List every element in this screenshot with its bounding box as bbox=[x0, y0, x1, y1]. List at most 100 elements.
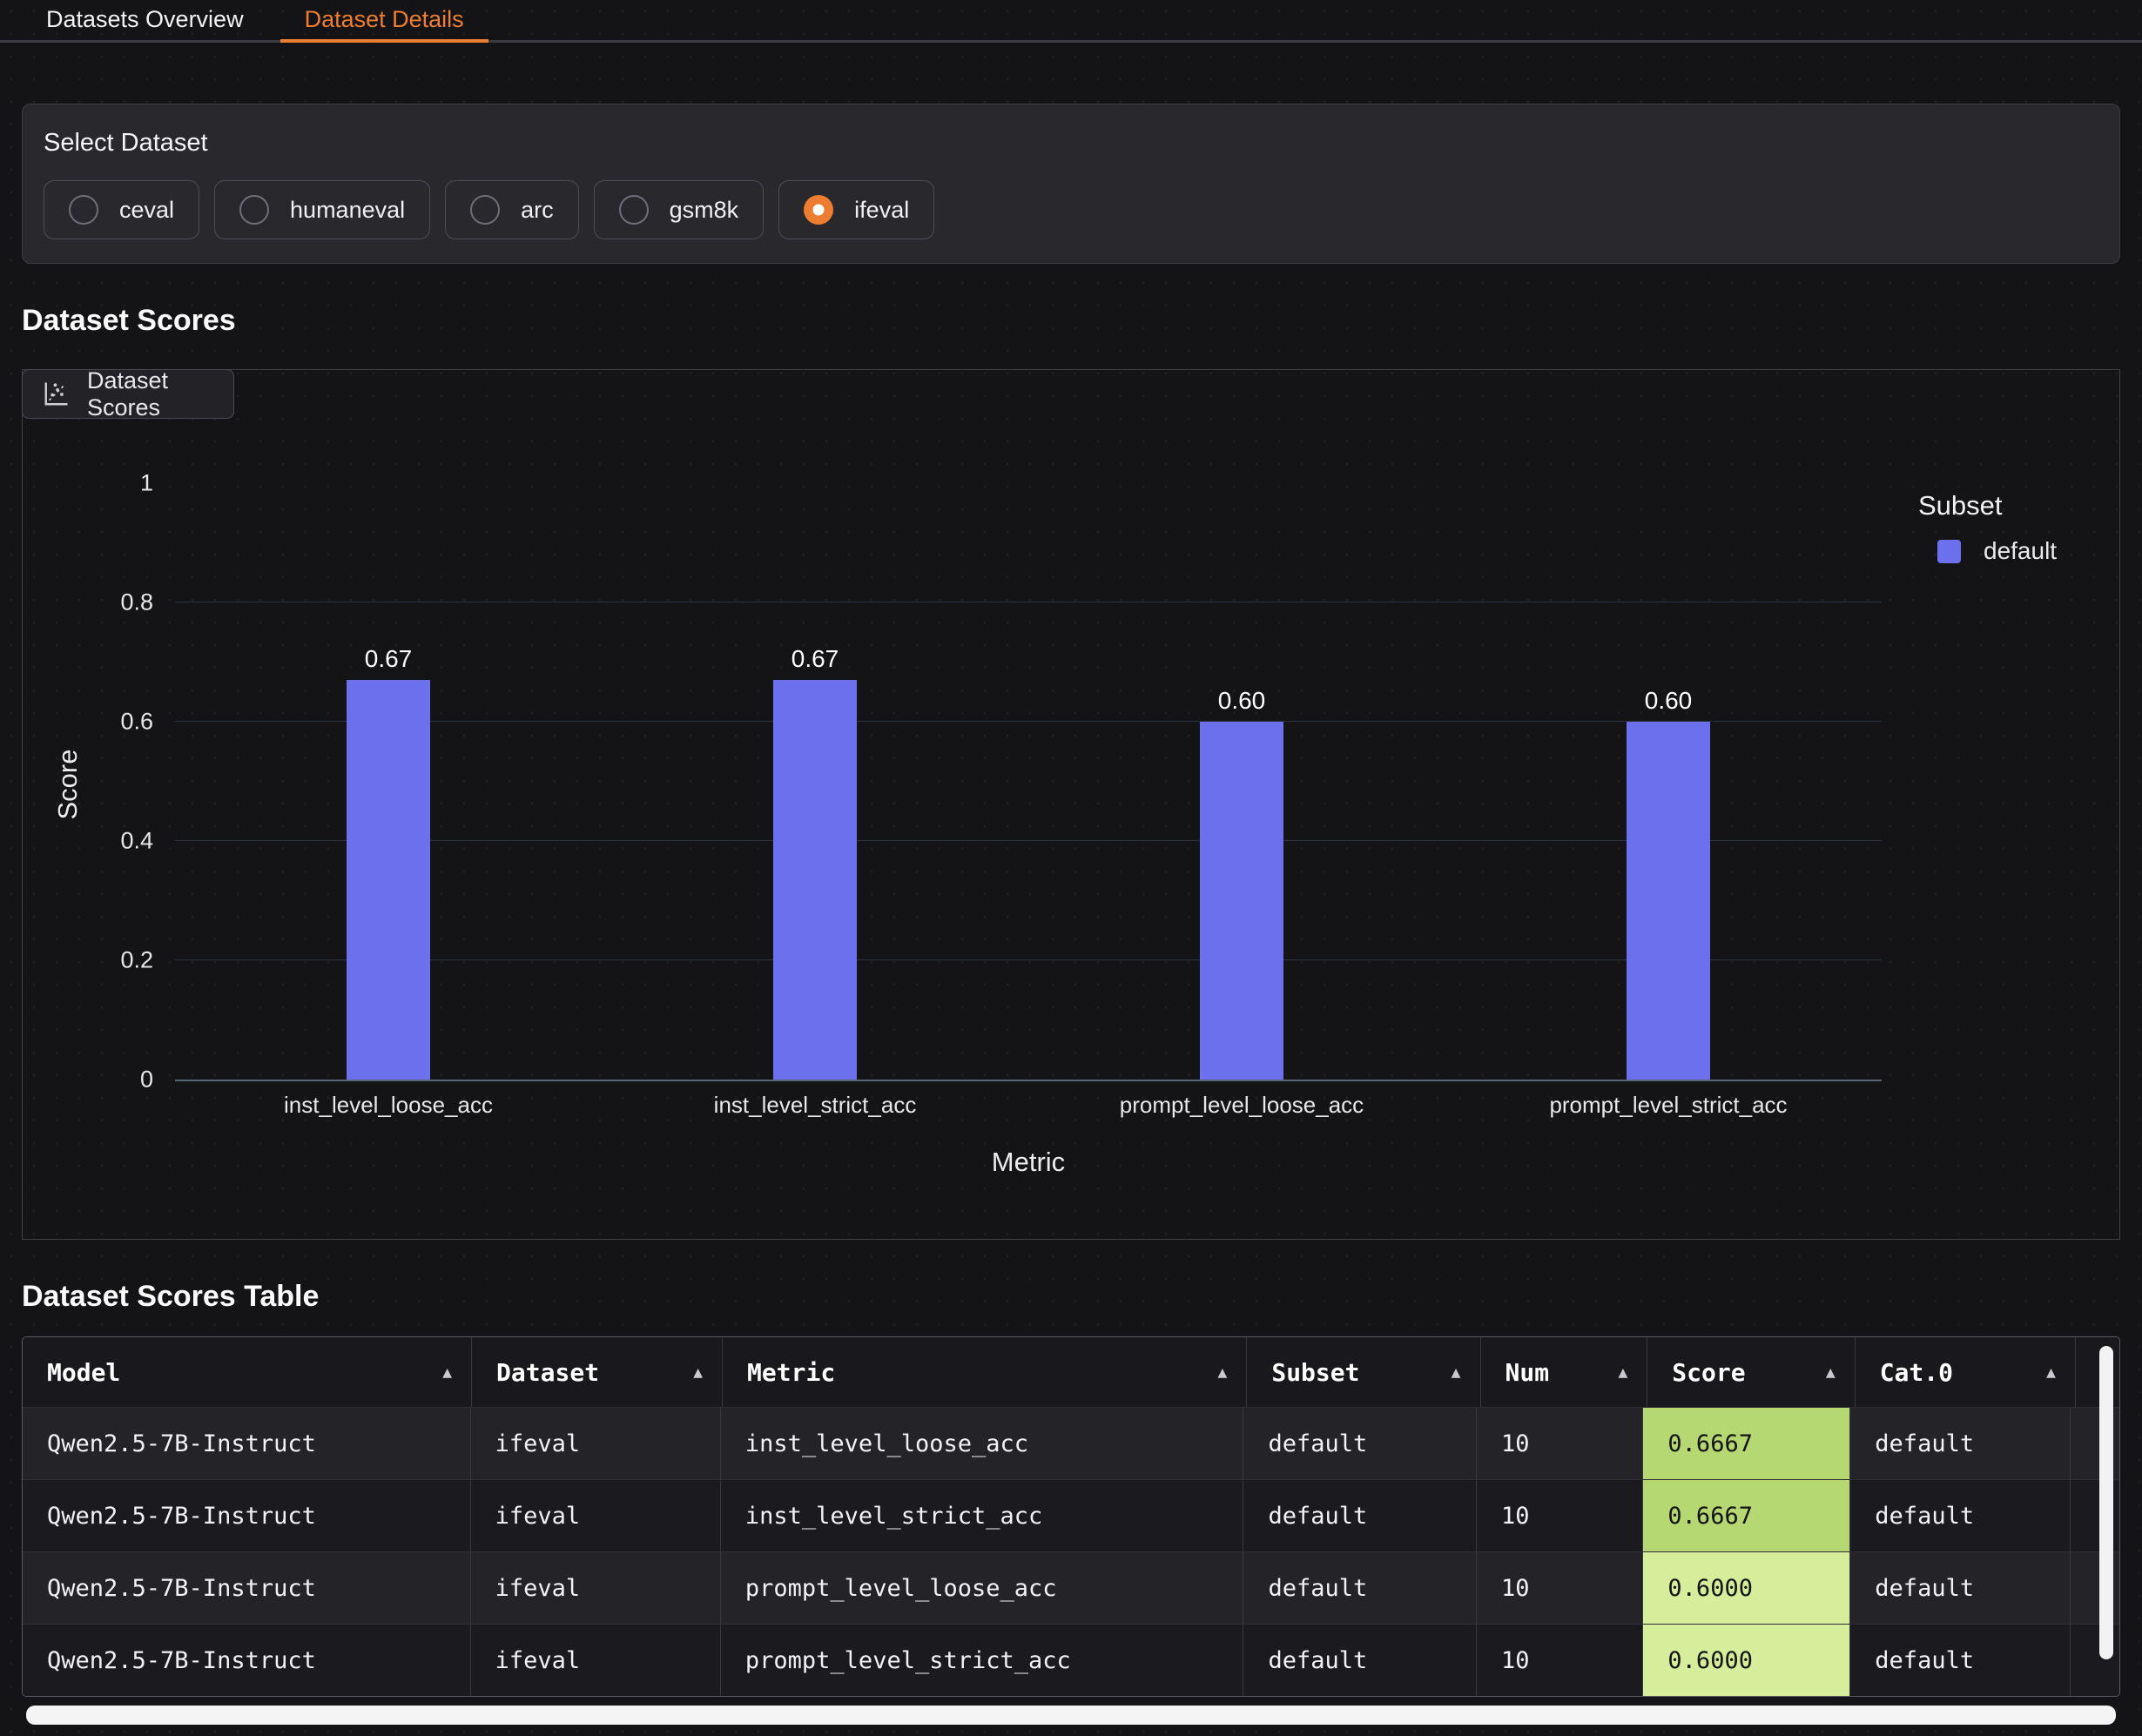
bar-value-label: 0.67 bbox=[791, 645, 839, 673]
column-header-label: Score bbox=[1672, 1358, 1745, 1387]
cell-dataset: ifeval bbox=[471, 1552, 721, 1624]
dataset-option-label: arc bbox=[521, 197, 554, 224]
tab-dataset-details[interactable]: Dataset Details bbox=[280, 0, 488, 43]
radio-icon bbox=[69, 195, 98, 225]
bar-group: 0.60 bbox=[1455, 483, 1882, 1080]
x-axis-ticks: inst_level_loose_acc inst_level_strict_a… bbox=[175, 1092, 1882, 1119]
chart-tab-dataset-scores[interactable]: Dataset Scores bbox=[22, 369, 234, 419]
x-tick: prompt_level_loose_acc bbox=[1028, 1092, 1455, 1119]
radio-icon bbox=[470, 195, 500, 225]
cell-score: 0.6667 bbox=[1643, 1408, 1850, 1479]
x-tick: prompt_level_strict_acc bbox=[1455, 1092, 1882, 1119]
column-header-score[interactable]: Score ▲ bbox=[1647, 1337, 1855, 1407]
column-header-metric[interactable]: Metric ▲ bbox=[723, 1337, 1247, 1407]
bar-group: 0.67 bbox=[602, 483, 1028, 1080]
legend-entry-label: default bbox=[1984, 537, 2057, 565]
cell-model: Qwen2.5-7B-Instruct bbox=[23, 1408, 471, 1479]
cell-score: 0.6000 bbox=[1643, 1552, 1850, 1624]
cell-subset: default bbox=[1243, 1552, 1477, 1624]
bar-inst-level-strict-acc bbox=[773, 680, 857, 1080]
cell-dataset: ifeval bbox=[471, 1408, 721, 1479]
cell-cat0: default bbox=[1850, 1552, 2071, 1624]
sort-ascending-icon[interactable]: ▲ bbox=[1618, 1363, 1627, 1382]
chart-legend: Subset default bbox=[1918, 490, 2057, 565]
select-dataset-title: Select Dataset bbox=[44, 129, 2098, 158]
table-row: Qwen2.5-7B-Instruct ifeval inst_level_st… bbox=[23, 1479, 2119, 1551]
dataset-option-label: ifeval bbox=[854, 197, 909, 224]
bar-value-label: 0.60 bbox=[1645, 687, 1693, 715]
bar-value-label: 0.60 bbox=[1218, 687, 1266, 715]
dataset-option-ceval[interactable]: ceval bbox=[44, 180, 199, 239]
vertical-scrollbar[interactable] bbox=[2099, 1346, 2113, 1659]
column-header-cat0[interactable]: Cat.0 ▲ bbox=[1856, 1337, 2076, 1407]
dataset-option-ifeval[interactable]: ifeval bbox=[778, 180, 934, 239]
bar-prompt-level-strict-acc bbox=[1627, 722, 1710, 1080]
cell-num: 10 bbox=[1477, 1480, 1643, 1551]
cell-metric: inst_level_strict_acc bbox=[721, 1480, 1244, 1551]
y-tick: 0.8 bbox=[120, 589, 153, 616]
dataset-option-arc[interactable]: arc bbox=[445, 180, 579, 239]
select-dataset-panel: Select Dataset ceval humaneval arc gsm8k… bbox=[22, 104, 2120, 264]
bar-prompt-level-loose-acc bbox=[1200, 722, 1283, 1080]
tabbar: Datasets Overview Dataset Details bbox=[0, 0, 2142, 43]
x-tick: inst_level_loose_acc bbox=[175, 1092, 602, 1119]
y-tick: 0.4 bbox=[120, 828, 153, 855]
dataset-option-humaneval[interactable]: humaneval bbox=[214, 180, 430, 239]
sort-ascending-icon[interactable]: ▲ bbox=[442, 1363, 452, 1382]
table-row: Qwen2.5-7B-Instruct ifeval prompt_level_… bbox=[23, 1551, 2119, 1624]
cell-dataset: ifeval bbox=[471, 1480, 721, 1551]
y-tick: 0.6 bbox=[120, 709, 153, 736]
radio-icon bbox=[239, 195, 269, 225]
cell-subset: default bbox=[1243, 1480, 1477, 1551]
bar-group: 0.67 bbox=[175, 483, 602, 1080]
cell-subset: default bbox=[1243, 1625, 1477, 1696]
cell-metric: inst_level_loose_acc bbox=[721, 1408, 1244, 1479]
dataset-option-gsm8k[interactable]: gsm8k bbox=[594, 180, 765, 239]
x-tick: inst_level_strict_acc bbox=[602, 1092, 1028, 1119]
dataset-option-label: ceval bbox=[119, 197, 174, 224]
column-header-model[interactable]: Model ▲ bbox=[23, 1337, 472, 1407]
column-header-label: Num bbox=[1505, 1358, 1550, 1387]
sort-ascending-icon[interactable]: ▲ bbox=[693, 1363, 703, 1382]
cell-score: 0.6000 bbox=[1643, 1625, 1850, 1696]
sort-ascending-icon[interactable]: ▲ bbox=[1826, 1363, 1836, 1382]
chart-panel: Dataset Scores Score 1 0.8 0.6 0.4 0.2 0… bbox=[22, 369, 2120, 1240]
sort-ascending-icon[interactable]: ▲ bbox=[1452, 1363, 1461, 1382]
dataset-scores-table: Model ▲ Dataset ▲ Metric ▲ Subset ▲ Num … bbox=[22, 1336, 2120, 1697]
horizontal-scrollbar[interactable] bbox=[26, 1706, 2116, 1725]
radio-icon bbox=[619, 195, 649, 225]
dataset-scores-heading: Dataset Scores bbox=[22, 304, 2120, 338]
x-axis-title: Metric bbox=[175, 1147, 1882, 1178]
sort-ascending-icon[interactable]: ▲ bbox=[1218, 1363, 1228, 1382]
cell-num: 10 bbox=[1477, 1552, 1643, 1624]
cell-num: 10 bbox=[1477, 1408, 1643, 1479]
column-header-dataset[interactable]: Dataset ▲ bbox=[472, 1337, 723, 1407]
column-header-label: Model bbox=[47, 1358, 120, 1387]
table-header-row: Model ▲ Dataset ▲ Metric ▲ Subset ▲ Num … bbox=[23, 1337, 2119, 1407]
bar-value-label: 0.67 bbox=[365, 645, 413, 673]
dataset-option-label: gsm8k bbox=[670, 197, 739, 224]
bar-group: 0.60 bbox=[1028, 483, 1455, 1080]
legend-entry-default[interactable]: default bbox=[1937, 537, 2057, 565]
cell-model: Qwen2.5-7B-Instruct bbox=[23, 1552, 471, 1624]
cell-subset: default bbox=[1243, 1408, 1477, 1479]
scatter-chart-icon bbox=[40, 379, 71, 410]
bar-series: 0.67 0.67 0.60 0.60 bbox=[175, 483, 1882, 1080]
chart-tab-label: Dataset Scores bbox=[87, 367, 216, 421]
sort-ascending-icon[interactable]: ▲ bbox=[2046, 1363, 2056, 1382]
cell-model: Qwen2.5-7B-Instruct bbox=[23, 1625, 471, 1696]
cell-num: 10 bbox=[1477, 1625, 1643, 1696]
cell-cat0: default bbox=[1850, 1625, 2071, 1696]
column-header-label: Subset bbox=[1271, 1358, 1359, 1387]
column-header-label: Metric bbox=[747, 1358, 835, 1387]
cell-metric: prompt_level_strict_acc bbox=[721, 1625, 1244, 1696]
tab-datasets-overview[interactable]: Datasets Overview bbox=[22, 0, 268, 43]
cell-metric: prompt_level_loose_acc bbox=[721, 1552, 1244, 1624]
cell-cat0: default bbox=[1850, 1480, 2071, 1551]
legend-title: Subset bbox=[1918, 490, 2057, 521]
column-header-num[interactable]: Num ▲ bbox=[1481, 1337, 1648, 1407]
column-header-subset[interactable]: Subset ▲ bbox=[1247, 1337, 1480, 1407]
bar-chart-plot-area: 0.67 0.67 0.60 0.60 bbox=[175, 483, 1882, 1081]
column-header-label: Dataset bbox=[496, 1358, 599, 1387]
column-header-label: Cat.0 bbox=[1880, 1358, 1953, 1387]
